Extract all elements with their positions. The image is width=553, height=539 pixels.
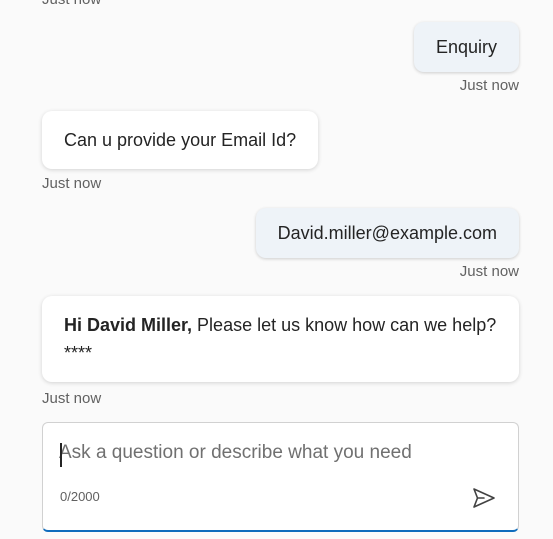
message-timestamp: Just now bbox=[459, 263, 519, 280]
message-timestamp: Just now bbox=[42, 0, 101, 9]
user-message-text: David.miller@example.com bbox=[277, 223, 497, 243]
send-icon bbox=[473, 488, 495, 508]
user-message-bubble: Enquiry bbox=[413, 22, 519, 72]
text-caret bbox=[60, 443, 62, 467]
message-timestamp: Just now bbox=[42, 175, 102, 192]
message-composer: 0/2000 bbox=[42, 422, 519, 532]
user-message-bubble: David.miller@example.com bbox=[255, 208, 519, 258]
character-counter: 0/2000 bbox=[60, 489, 100, 504]
send-button[interactable] bbox=[470, 484, 498, 512]
message-timestamp: Just now bbox=[42, 390, 102, 407]
bot-message-bubble: Can u provide your Email Id? bbox=[42, 111, 319, 169]
message-input[interactable] bbox=[59, 439, 489, 473]
bot-message-text: Can u provide your Email Id? bbox=[64, 130, 297, 150]
bot-message-bubble: Hi David Miller, Please let us know how … bbox=[42, 296, 519, 382]
message-timestamp: Just now bbox=[459, 77, 519, 94]
chat-transcript: Just now Enquiry Just now Can u provide … bbox=[0, 0, 553, 539]
bot-greeting-name: Hi David Miller, bbox=[64, 315, 193, 335]
user-message-text: Enquiry bbox=[435, 37, 497, 57]
